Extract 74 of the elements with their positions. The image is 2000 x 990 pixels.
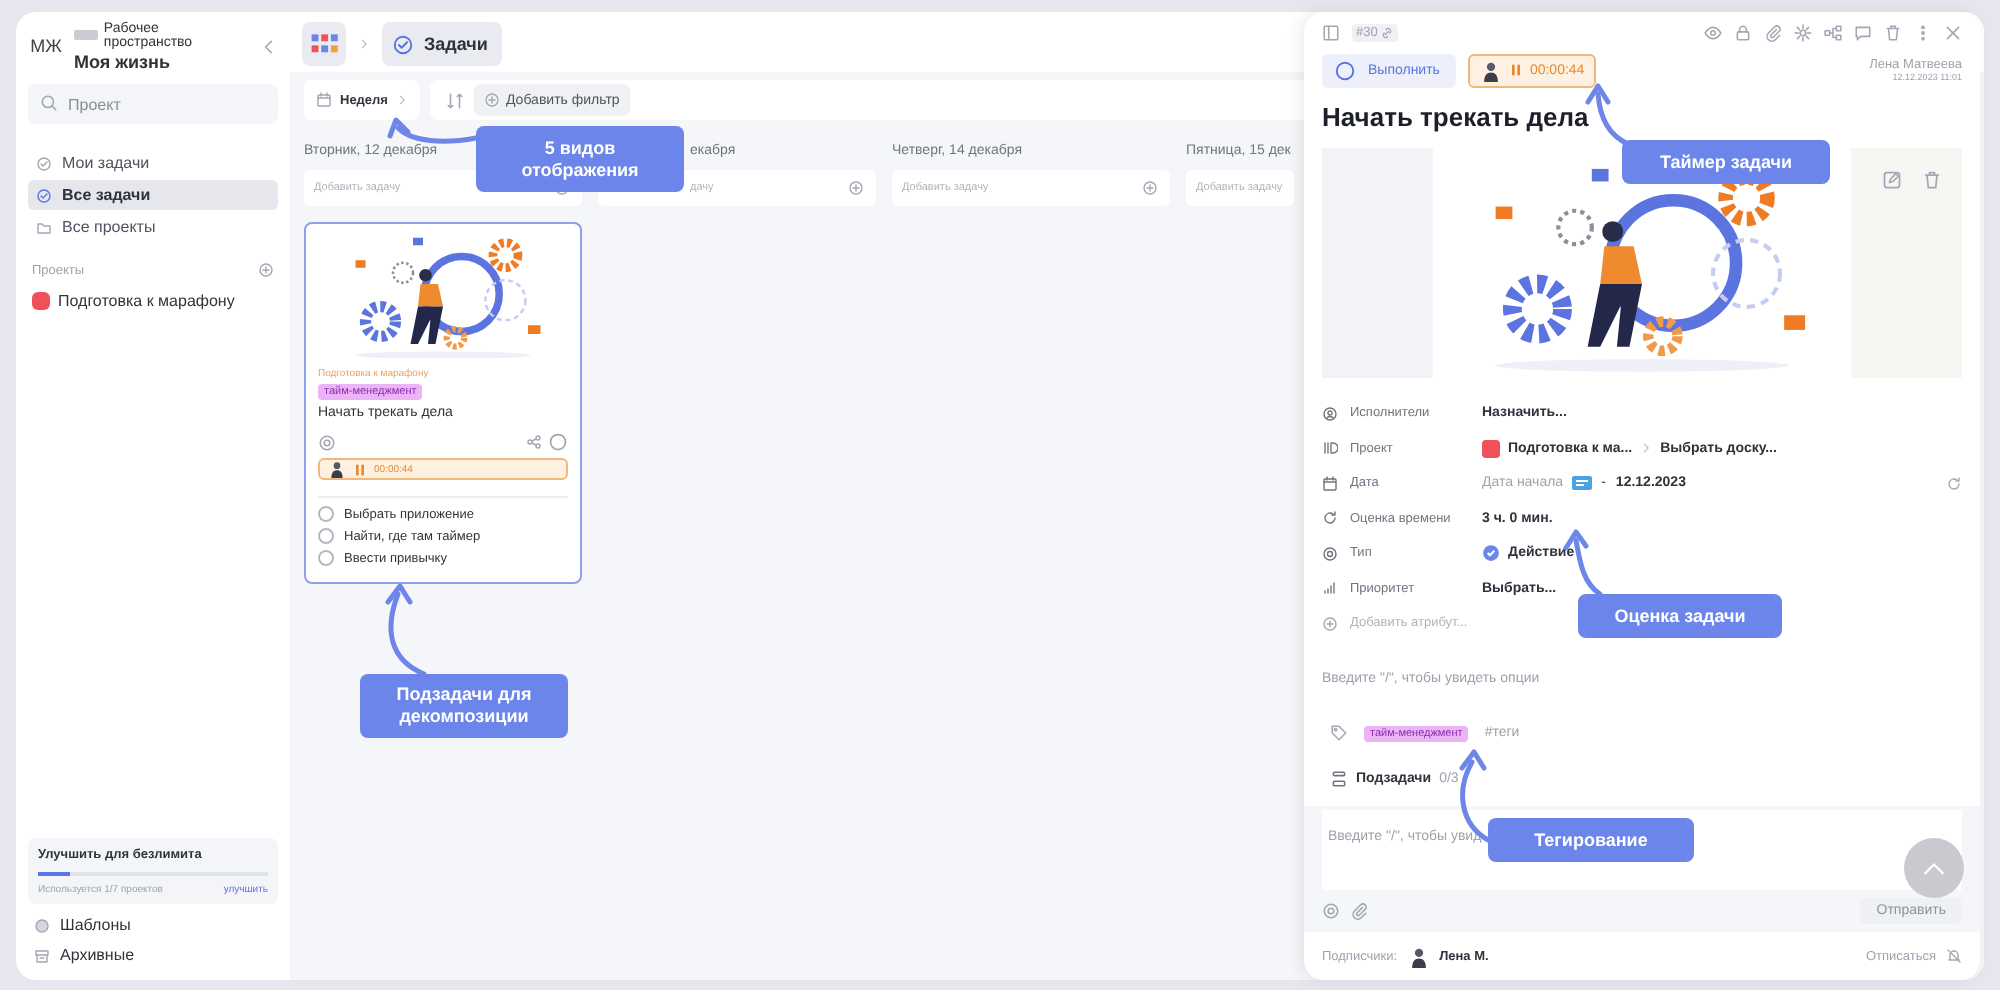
avatar-icon [1479, 59, 1502, 81]
calendar-icon [316, 92, 332, 108]
checkbox[interactable] [318, 528, 334, 544]
plus-icon [483, 92, 500, 108]
checkbox[interactable] [318, 506, 334, 522]
workspace-name[interactable]: Моя жизнь [74, 51, 250, 71]
project-icon [1322, 440, 1338, 457]
settings-icon[interactable] [1794, 23, 1812, 41]
callout-tooltip: Таймер задачи [1622, 140, 1830, 184]
templates-icon [34, 917, 50, 933]
refresh-icon [1322, 510, 1338, 527]
link-icon [1379, 25, 1394, 39]
trash-icon[interactable] [1922, 170, 1942, 190]
tree-icon[interactable] [1824, 23, 1842, 41]
arrow [387, 117, 479, 144]
tag-icon [1330, 724, 1348, 742]
close-icon[interactable] [1944, 23, 1962, 41]
check-circle-icon [36, 155, 52, 171]
circle-icon [1334, 59, 1356, 81]
type-icon [1482, 544, 1500, 563]
mention-icon[interactable] [1322, 902, 1340, 920]
arrow [385, 583, 427, 677]
callout-tooltip: Подзадачи для декомпозиции [360, 674, 568, 738]
callout-tooltip: Оценка задачи [1578, 594, 1782, 638]
calendar-icon[interactable] [1571, 476, 1592, 491]
tasks-tab[interactable]: Задачи [382, 22, 502, 66]
nav-item[interactable]: Мои задачи [28, 148, 278, 178]
project-link[interactable]: Подготовка к марафону [58, 292, 235, 310]
panel-icon[interactable] [1322, 23, 1340, 41]
avatar-icon [1407, 945, 1430, 967]
chat-icon[interactable] [1854, 23, 1872, 41]
circle-icon [318, 433, 336, 451]
checkbox[interactable] [318, 550, 334, 566]
edit-icon[interactable] [1882, 170, 1902, 190]
collapse-icon[interactable] [260, 37, 278, 55]
workspace-avatar[interactable]: МЖ [28, 28, 64, 64]
type-icon [1322, 545, 1338, 562]
archive-icon [34, 947, 50, 963]
search-icon [40, 94, 58, 112]
refresh-icon [1946, 475, 1962, 492]
paperclip-icon[interactable] [1764, 23, 1782, 41]
calendar-icon [1322, 475, 1338, 492]
user-icon [1322, 405, 1338, 422]
search-field[interactable]: Проект [28, 84, 278, 124]
bell-off-icon[interactable] [1946, 948, 1962, 964]
share-icon [526, 434, 542, 450]
avatar-icon [328, 460, 346, 478]
circle-icon [548, 432, 568, 452]
nav-item[interactable]: Все задачи [28, 180, 278, 210]
task-title: Начать трекать дела [1322, 102, 1589, 136]
chevron-icon [395, 94, 408, 106]
plan-badge [74, 30, 98, 40]
callout-tooltip: Тегирование [1488, 818, 1694, 862]
lock-icon[interactable] [1734, 23, 1752, 41]
check-circle-icon [36, 187, 52, 203]
sort-icon[interactable] [445, 91, 464, 109]
sidebar-link[interactable]: Шаблоны [60, 916, 131, 934]
plus-icon [1322, 615, 1338, 631]
nav-item[interactable]: Все проекты [28, 212, 278, 242]
folder-icon [36, 219, 52, 235]
trash-icon[interactable] [1884, 23, 1902, 41]
chevron-icon [358, 38, 370, 50]
subtasks-icon [1330, 770, 1348, 788]
arrow [1585, 83, 1631, 147]
eye-icon[interactable] [1704, 23, 1722, 41]
chevron-icon [1640, 442, 1653, 455]
priority-icon [1322, 580, 1338, 597]
callout-tooltip: 5 видов отображения [476, 126, 684, 192]
check-icon [392, 33, 414, 55]
pause-icon[interactable] [356, 463, 364, 475]
apps-icon[interactable] [302, 22, 346, 66]
sidebar-link[interactable]: Архивные [60, 946, 135, 964]
paperclip-icon[interactable] [1350, 902, 1368, 920]
pause-icon[interactable] [1511, 64, 1520, 76]
